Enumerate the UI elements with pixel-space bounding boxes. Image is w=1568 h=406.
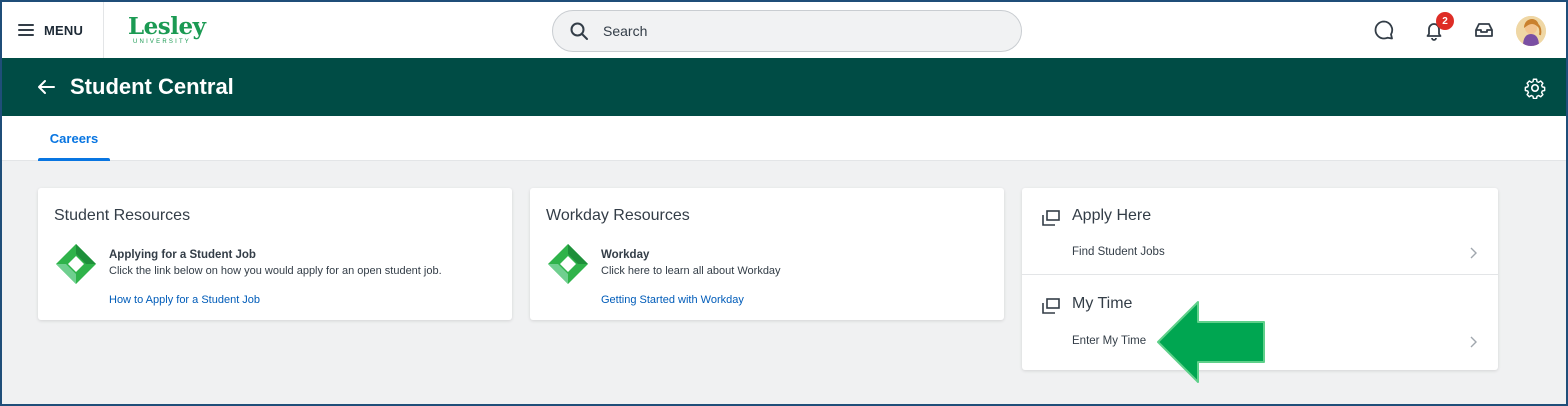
page-title: Student Central <box>70 74 234 99</box>
student-resources-card: Student Resources Applying for a Student… <box>38 188 512 320</box>
menu-button[interactable]: MENU <box>2 2 104 58</box>
find-student-jobs-row[interactable]: Find Student Jobs <box>1022 238 1498 268</box>
menu-label: MENU <box>44 22 84 38</box>
resource-title: Applying for a Student Job <box>109 249 256 261</box>
annotation-arrow-icon <box>1157 301 1265 383</box>
workday-diamond-icon <box>56 244 96 284</box>
page-header: Student Central <box>2 58 1566 116</box>
divider <box>1022 274 1498 275</box>
workday-diamond-icon <box>548 244 588 284</box>
worklet-icon <box>1042 210 1060 226</box>
workday-resources-card: Workday Resources Workday Click here to … <box>530 188 1004 320</box>
how-to-apply-link[interactable]: How to Apply for a Student Job <box>109 294 260 306</box>
gear-icon[interactable] <box>1524 77 1546 99</box>
avatar[interactable] <box>1516 16 1546 46</box>
search-input[interactable] <box>601 22 985 40</box>
notification-badge: 2 <box>1436 12 1454 30</box>
search-box[interactable] <box>552 10 1022 52</box>
tab-bar: Careers <box>2 116 1566 161</box>
chat-icon[interactable] <box>1372 18 1396 42</box>
getting-started-link[interactable]: Getting Started with Workday <box>601 294 744 306</box>
resource-description: Click here to learn all about Workday <box>601 265 781 277</box>
search-icon <box>570 22 588 40</box>
lesley-logo[interactable]: Lesley UNIVERSITY <box>128 13 208 50</box>
app-frame: MENU Lesley UNIVERSITY 2 <box>0 0 1568 406</box>
chevron-right-icon <box>1470 336 1477 348</box>
hamburger-icon <box>18 24 34 36</box>
back-arrow-icon[interactable] <box>34 75 58 99</box>
chevron-right-icon <box>1470 247 1477 259</box>
card-title: Student Resources <box>54 207 191 224</box>
top-bar: MENU Lesley UNIVERSITY 2 <box>2 2 1566 59</box>
apply-here-title: Apply Here <box>1072 207 1152 224</box>
find-student-jobs-label: Find Student Jobs <box>1072 246 1165 258</box>
tab-careers[interactable]: Careers <box>38 116 110 161</box>
worklet-icon <box>1042 298 1060 314</box>
enter-my-time-label: Enter My Time <box>1072 335 1147 347</box>
resource-title: Workday <box>601 249 650 261</box>
logo-wordmark: Lesley <box>128 13 206 40</box>
resource-description: Click the link below on how you would ap… <box>109 265 442 277</box>
my-time-title: My Time <box>1072 295 1133 312</box>
card-title: Workday Resources <box>546 207 690 224</box>
inbox-icon[interactable] <box>1472 18 1496 42</box>
